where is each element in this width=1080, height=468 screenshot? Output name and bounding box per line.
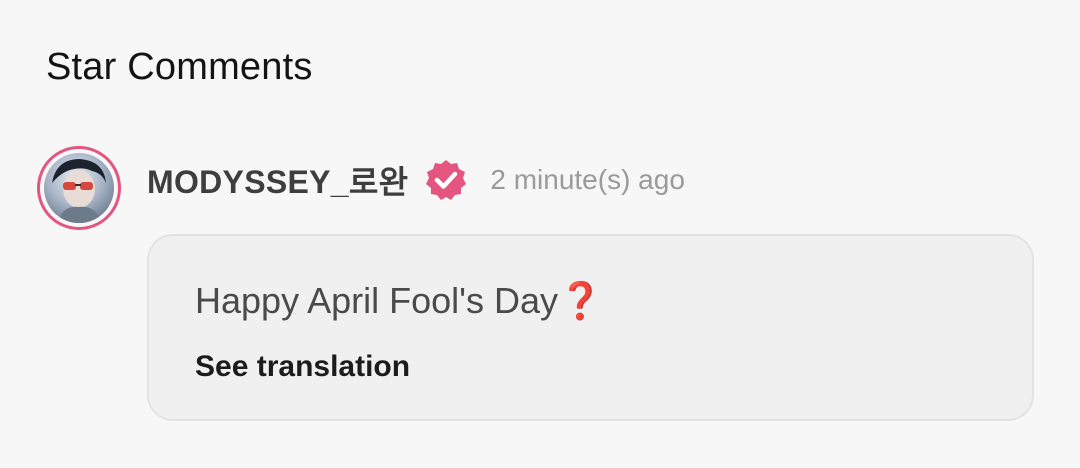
comment-text: Happy April Fool's Day❓ <box>195 280 603 321</box>
verified-badge-icon <box>424 158 468 202</box>
see-translation-button[interactable]: See translation <box>195 350 410 384</box>
comment-bubble: Happy April Fool's Day❓ See translation <box>147 234 1034 421</box>
avatar[interactable] <box>37 146 121 230</box>
username[interactable]: MODYSSEY_로완 <box>147 157 408 203</box>
section-title: Star Comments <box>46 46 313 88</box>
comment-header: MODYSSEY_로완 2 minute(s) ago <box>147 158 685 202</box>
avatar-image <box>44 153 114 223</box>
timestamp: 2 minute(s) ago <box>490 164 685 195</box>
